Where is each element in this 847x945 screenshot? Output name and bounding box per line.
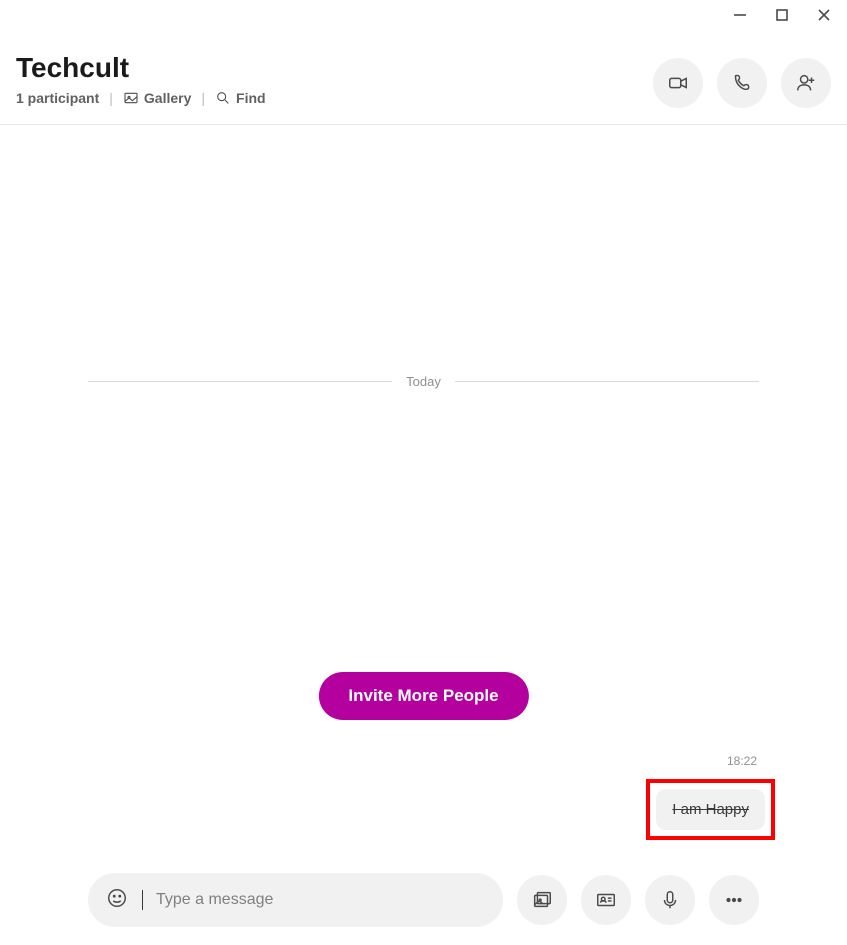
contact-card-icon	[595, 889, 617, 911]
message-composer	[88, 873, 759, 927]
date-divider: Today	[88, 374, 759, 389]
record-voice-button[interactable]	[645, 875, 695, 925]
emoji-button[interactable]	[106, 887, 128, 914]
more-options-button[interactable]	[709, 875, 759, 925]
phone-icon	[731, 72, 753, 94]
participants-count[interactable]: 1 participant	[16, 90, 99, 106]
attach-photo-button[interactable]	[517, 875, 567, 925]
minimize-icon[interactable]	[733, 8, 747, 22]
sent-message-bubble[interactable]: I am Happy	[656, 789, 765, 830]
chat-subheader: 1 participant | Gallery | Find	[16, 90, 653, 106]
chat-header-left: Techcult 1 participant | Gallery | Find	[16, 52, 653, 106]
date-label: Today	[406, 374, 441, 389]
window-controls	[717, 0, 847, 30]
text-caret	[142, 890, 143, 910]
compose-box[interactable]	[88, 873, 503, 927]
message-input[interactable]	[156, 891, 485, 909]
more-icon	[723, 889, 745, 911]
add-user-icon	[795, 72, 817, 94]
gallery-button[interactable]: Gallery	[123, 90, 191, 106]
invite-more-people-button[interactable]: Invite More People	[318, 672, 528, 720]
send-contact-button[interactable]	[581, 875, 631, 925]
add-participant-button[interactable]	[781, 58, 831, 108]
emoji-icon	[106, 887, 128, 909]
photo-icon	[531, 889, 553, 911]
divider: |	[109, 90, 113, 106]
maximize-icon[interactable]	[775, 8, 789, 22]
divider-line	[88, 381, 392, 382]
gallery-label: Gallery	[144, 90, 191, 106]
divider: |	[201, 90, 205, 106]
message-timestamp: 18:22	[727, 754, 757, 768]
highlighted-message-box: I am Happy	[646, 779, 775, 840]
chat-area: Today Invite More People 18:22 I am Happ…	[0, 142, 847, 850]
find-label: Find	[236, 90, 266, 106]
audio-call-button[interactable]	[717, 58, 767, 108]
search-icon	[215, 90, 231, 106]
find-button[interactable]: Find	[215, 90, 266, 106]
video-camera-icon	[667, 72, 689, 94]
close-icon[interactable]	[817, 8, 831, 22]
video-call-button[interactable]	[653, 58, 703, 108]
chat-title: Techcult	[16, 52, 653, 84]
microphone-icon	[659, 889, 681, 911]
compose-actions	[517, 875, 759, 925]
divider-line	[455, 381, 759, 382]
header-actions	[653, 52, 831, 108]
gallery-icon	[123, 90, 139, 106]
